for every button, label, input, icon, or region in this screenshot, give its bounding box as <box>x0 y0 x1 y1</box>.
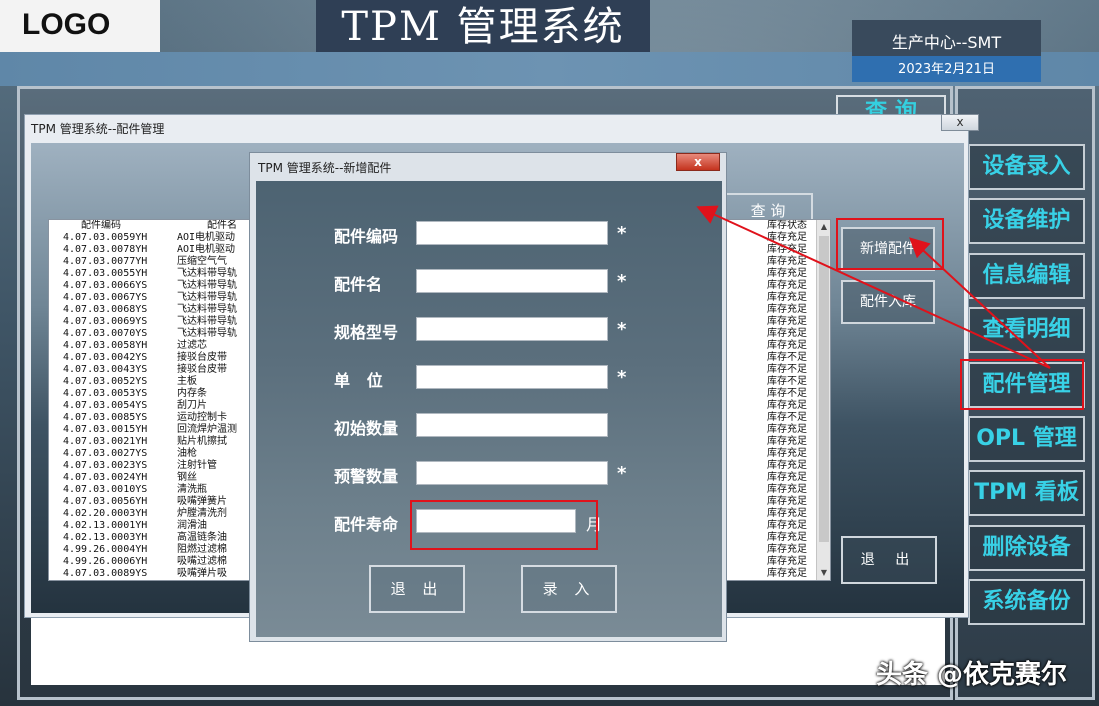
watermark: 头条 @依克赛尔 <box>876 660 1068 690</box>
annotation-arrows <box>696 205 1051 369</box>
arrow-to-dialog <box>696 205 1051 369</box>
arrow-to-add-part <box>909 237 1051 369</box>
